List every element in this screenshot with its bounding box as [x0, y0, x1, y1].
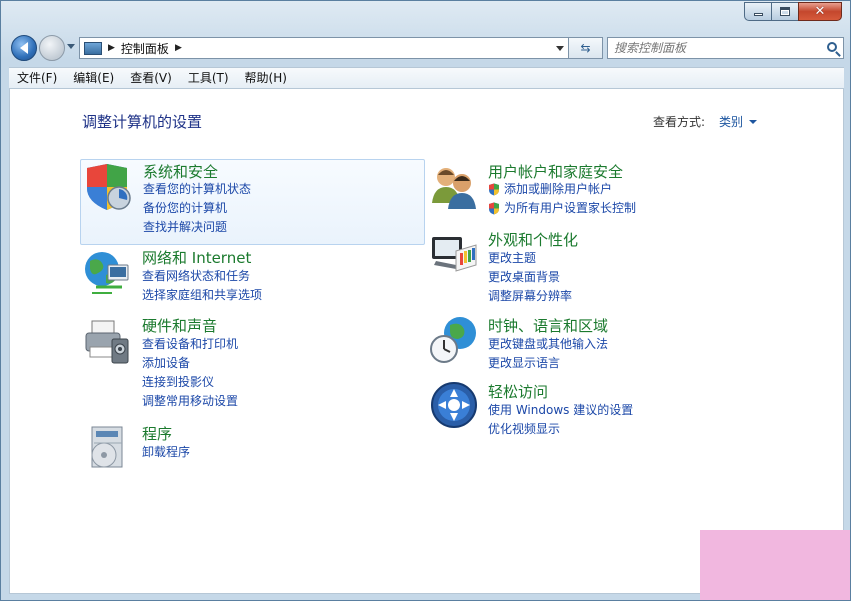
category-title[interactable]: 轻松访问: [488, 381, 548, 402]
back-arrow-icon: [20, 42, 28, 54]
recent-pages-dropdown[interactable]: [67, 44, 75, 49]
menu-bar: 文件(F) 编辑(E) 查看(V) 工具(T) 帮助(H): [9, 67, 844, 89]
link-display-language[interactable]: 更改显示语言: [488, 354, 608, 373]
category-title[interactable]: 硬件和声音: [142, 315, 217, 336]
link-screen-resolution[interactable]: 调整屏幕分辨率: [488, 287, 572, 306]
clock-globe-icon: [430, 317, 476, 363]
category-title[interactable]: 网络和 Internet: [142, 247, 251, 268]
link-view-computer-status[interactable]: 查看您的计算机状态: [143, 180, 251, 199]
refresh-icon: ⇆: [580, 41, 591, 55]
breadcrumb-chevron-icon[interactable]: ▶: [175, 43, 182, 53]
menu-file[interactable]: 文件(F): [9, 68, 65, 88]
back-button[interactable]: [11, 35, 37, 61]
link-change-theme[interactable]: 更改主题: [488, 249, 572, 268]
link-keyboard-input[interactable]: 更改键盘或其他输入法: [488, 335, 608, 354]
category-links: 查看您的计算机状态 备份您的计算机 查找并解决问题: [143, 180, 251, 237]
link-text[interactable]: 为所有用户设置家长控制: [504, 199, 636, 218]
link-devices-printers[interactable]: 查看设备和打印机: [142, 335, 238, 354]
category-links: 卸载程序: [142, 443, 190, 462]
breadcrumb-control-panel[interactable]: 控制面板: [121, 40, 169, 57]
category-clock-language-region[interactable]: 时钟、语言和区域 更改键盘或其他输入法 更改显示语言: [426, 315, 771, 375]
uac-shield-icon: [488, 202, 500, 215]
link-uninstall-program[interactable]: 卸载程序: [142, 443, 190, 462]
link-optimize-display[interactable]: 优化视频显示: [488, 420, 633, 439]
view-by: 查看方式: 类别: [653, 113, 757, 130]
view-by-label: 查看方式:: [652, 115, 705, 129]
link-add-remove-users[interactable]: 添加或删除用户帐户: [488, 180, 636, 199]
printer-icon: [85, 320, 129, 364]
minimize-icon: [753, 13, 763, 16]
programs-icon: [91, 426, 123, 468]
category-network-internet[interactable]: 网络和 Internet 查看网络状态和任务 选择家庭组和共享选项: [80, 247, 425, 307]
category-links: 更改键盘或其他输入法 更改显示语言: [488, 335, 608, 373]
refresh-button[interactable]: ⇆: [569, 37, 603, 59]
ease-of-access-icon: [431, 382, 477, 428]
category-ease-of-access[interactable]: 轻松访问 使用 Windows 建议的设置 优化视频显示: [426, 381, 771, 441]
category-links: 更改主题 更改桌面背景 调整屏幕分辨率: [488, 249, 572, 306]
search-box[interactable]: [607, 37, 844, 59]
category-title[interactable]: 外观和个性化: [488, 229, 578, 250]
link-desktop-background[interactable]: 更改桌面背景: [488, 268, 572, 287]
category-appearance[interactable]: 外观和个性化 更改主题 更改桌面背景 调整屏幕分辨率: [426, 229, 771, 303]
close-button[interactable]: ✕: [798, 2, 842, 21]
link-backup-computer[interactable]: 备份您的计算机: [143, 199, 251, 218]
breadcrumb-chevron-icon[interactable]: ▶: [108, 43, 115, 53]
link-troubleshoot[interactable]: 查找并解决问题: [143, 218, 251, 237]
category-title[interactable]: 用户帐户和家庭安全: [488, 161, 623, 182]
link-text[interactable]: 添加或删除用户帐户: [504, 180, 612, 199]
menu-tools[interactable]: 工具(T): [180, 68, 237, 88]
maximize-icon: [780, 7, 790, 16]
category-user-accounts[interactable]: 用户帐户和家庭安全 添加或删除用户帐户 为所有用户设置家长控制: [426, 161, 771, 221]
search-input[interactable]: [614, 41, 819, 55]
shield-icon: [87, 164, 131, 210]
link-windows-recommended[interactable]: 使用 Windows 建议的设置: [488, 401, 633, 420]
category-title[interactable]: 程序: [142, 423, 172, 444]
menu-view[interactable]: 查看(V): [122, 68, 180, 88]
category-links: 添加或删除用户帐户 为所有用户设置家长控制: [488, 180, 636, 218]
link-add-device[interactable]: 添加设备: [142, 354, 238, 373]
control-panel-icon: [84, 41, 102, 55]
link-homegroup-sharing[interactable]: 选择家庭组和共享选项: [142, 286, 262, 305]
link-parental-controls[interactable]: 为所有用户设置家长控制: [488, 199, 636, 218]
navigation-bar: ▶ 控制面板 ▶ ⇆: [9, 34, 844, 62]
view-by-select[interactable]: 类别: [719, 113, 743, 130]
users-icon: [432, 168, 476, 209]
link-connect-projector[interactable]: 连接到投影仪: [142, 373, 238, 392]
category-links: 查看设备和打印机 添加设备 连接到投影仪 调整常用移动设置: [142, 335, 238, 411]
forward-button[interactable]: [39, 35, 65, 61]
minimize-button[interactable]: [744, 2, 771, 21]
category-title[interactable]: 系统和安全: [143, 161, 218, 182]
category-links: 查看网络状态和任务 选择家庭组和共享选项: [142, 267, 262, 305]
corner-decoration: [700, 530, 850, 600]
content-area: 调整计算机的设置 查看方式: 类别 系统和安全 查看您的计算机状态 备份您的计算…: [9, 89, 844, 594]
page-title: 调整计算机的设置: [82, 113, 203, 131]
window-controls: ✕: [744, 2, 842, 22]
uac-shield-icon: [488, 183, 500, 196]
category-system-security[interactable]: 系统和安全 查看您的计算机状态 备份您的计算机 查找并解决问题: [80, 159, 425, 245]
category-programs[interactable]: 程序 卸载程序: [80, 423, 425, 473]
network-globe-icon: [85, 252, 129, 294]
search-icon[interactable]: [827, 42, 837, 52]
control-panel-window: ✕ ▶ 控制面板 ▶ ⇆ 文件(F) 编辑(E) 查看(V) 工具(T) 帮助(…: [0, 0, 851, 601]
category-links: 使用 Windows 建议的设置 优化视频显示: [488, 401, 633, 439]
display-palette-icon: [432, 237, 477, 272]
maximize-button[interactable]: [771, 2, 798, 21]
address-bar[interactable]: ▶ 控制面板 ▶: [79, 37, 569, 59]
link-view-network-status[interactable]: 查看网络状态和任务: [142, 267, 262, 286]
menu-edit[interactable]: 编辑(E): [65, 68, 122, 88]
close-icon: ✕: [814, 4, 826, 19]
address-dropdown[interactable]: [556, 46, 564, 51]
menu-help[interactable]: 帮助(H): [237, 68, 295, 88]
category-hardware-sound[interactable]: 硬件和声音 查看设备和打印机 添加设备 连接到投影仪 调整常用移动设置: [80, 315, 425, 415]
link-mobility-settings[interactable]: 调整常用移动设置: [142, 392, 238, 411]
category-title[interactable]: 时钟、语言和区域: [488, 315, 608, 336]
chevron-down-icon[interactable]: [749, 120, 757, 124]
